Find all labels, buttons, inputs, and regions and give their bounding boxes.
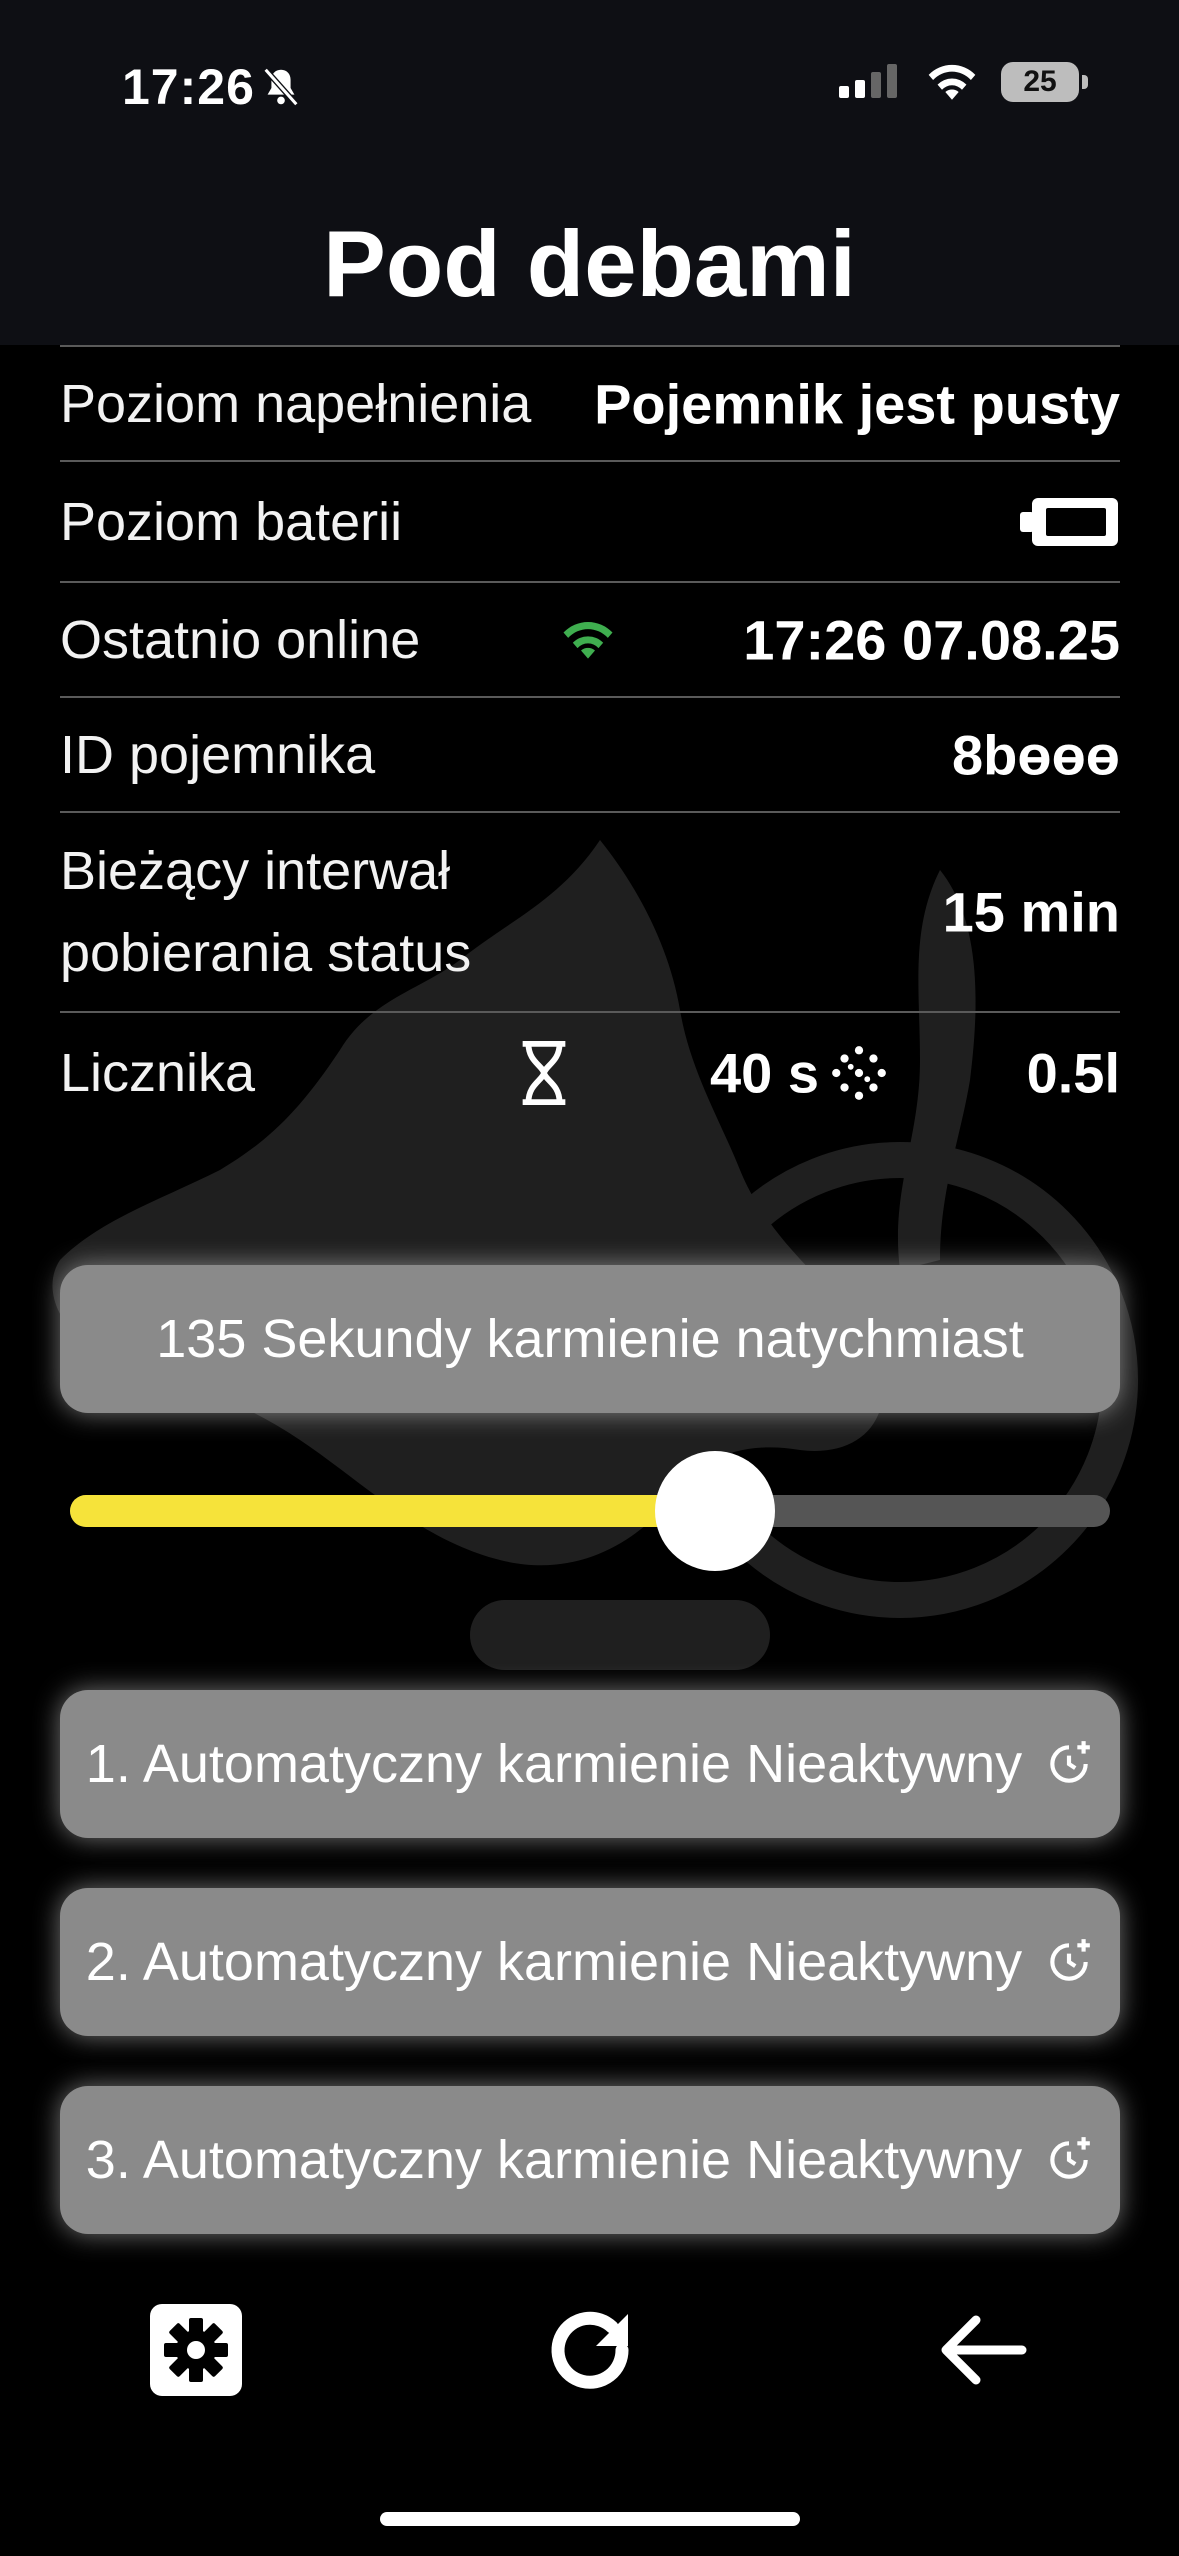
dispersion-icon bbox=[832, 1046, 886, 1100]
cellular-signal-icon bbox=[839, 64, 897, 98]
table-row-counter: Licznika 40 s 0.5l bbox=[60, 1011, 1120, 1133]
status-time: 17:26 bbox=[122, 59, 255, 115]
add-schedule-clock-icon bbox=[1050, 1741, 1091, 1783]
status-icons: 25 bbox=[839, 62, 1088, 102]
auto-feeding-3-button[interactable]: 3. Automatyczny karmienie Nieaktywny bbox=[60, 2086, 1120, 2234]
fill-level-value: Pojemnik jest pusty bbox=[594, 372, 1120, 435]
container-id-value: 8bɵɵɵ bbox=[952, 723, 1120, 786]
battery-level-label: Poziom baterii bbox=[60, 491, 403, 552]
wifi-signal-icon bbox=[563, 621, 613, 659]
status-bar: 17:26 25 bbox=[0, 0, 1179, 140]
battery-indicator: 25 bbox=[1001, 62, 1088, 102]
auto-feeding-3-label: 3. Automatyczny karmienie Nieaktywny bbox=[85, 2130, 1023, 2190]
settings-icon[interactable] bbox=[146, 2300, 246, 2400]
muted-bell-icon bbox=[263, 67, 299, 107]
app-header: Pod debami bbox=[0, 140, 1179, 345]
back-arrow-icon[interactable] bbox=[932, 2300, 1032, 2400]
auto-feeding-2-button[interactable]: 2. Automatyczny karmienie Nieaktywny bbox=[60, 1888, 1120, 2036]
add-schedule-clock-icon bbox=[1050, 1939, 1091, 1981]
auto-feeding-1-button[interactable]: 1. Automatyczny karmienie Nieaktywny bbox=[60, 1690, 1120, 1838]
auto-feeding-1-label: 1. Automatyczny karmienie Nieaktywny bbox=[85, 1734, 1023, 1794]
bottom-toolbar bbox=[0, 2260, 1179, 2460]
table-row-battery-level: Poziom baterii bbox=[60, 460, 1120, 581]
last-online-value: 17:26 07.08.25 bbox=[743, 608, 1120, 671]
status-interval-label: Bieżący interwał pobierania status bbox=[60, 830, 471, 994]
page-title: Pod debami bbox=[323, 211, 856, 316]
table-row-last-online: Ostatnio online 17:26 07.08.25 bbox=[60, 581, 1120, 696]
table-row-fill-level: Poziom napełnienia Pojemnik jest pusty bbox=[60, 345, 1120, 460]
add-schedule-clock-icon bbox=[1050, 2137, 1091, 2179]
feed-now-button[interactable]: 135 Sekundy karmienie natychmiast bbox=[60, 1265, 1120, 1413]
status-interval-label-line1: Bieżący interwał bbox=[60, 841, 451, 901]
refresh-icon[interactable] bbox=[540, 2300, 640, 2400]
home-indicator[interactable] bbox=[380, 2512, 800, 2526]
table-row-container-id: ID pojemnika 8bɵɵɵ bbox=[60, 696, 1120, 811]
counter-timer: 40 s bbox=[710, 1041, 819, 1105]
last-online-label: Ostatnio online bbox=[60, 609, 421, 670]
info-table: Poziom napełnienia Pojemnik jest pusty P… bbox=[60, 345, 1120, 1133]
container-id-label: ID pojemnika bbox=[60, 724, 376, 785]
wifi-icon bbox=[928, 64, 976, 100]
hourglass-icon bbox=[522, 1040, 566, 1106]
feed-duration-slider[interactable] bbox=[70, 1451, 1110, 1571]
status-interval-label-line2: pobierania status bbox=[60, 923, 472, 983]
auto-feeding-2-label: 2. Automatyczny karmienie Nieaktywny bbox=[85, 1932, 1023, 1992]
slider-thumb[interactable] bbox=[654, 1451, 775, 1571]
counter-amount: 0.5l bbox=[1026, 1041, 1120, 1105]
counter-label: Licznika bbox=[60, 1043, 256, 1103]
table-row-status-interval: Bieżący interwał pobierania status 15 mi… bbox=[60, 811, 1120, 1011]
fill-level-label: Poziom napełnienia bbox=[60, 373, 532, 434]
battery-empty-icon bbox=[1020, 497, 1118, 546]
status-interval-value: 15 min bbox=[942, 880, 1120, 944]
feed-now-label: 135 Sekundy karmienie natychmiast bbox=[156, 1309, 1024, 1369]
slider-fill bbox=[70, 1495, 715, 1527]
